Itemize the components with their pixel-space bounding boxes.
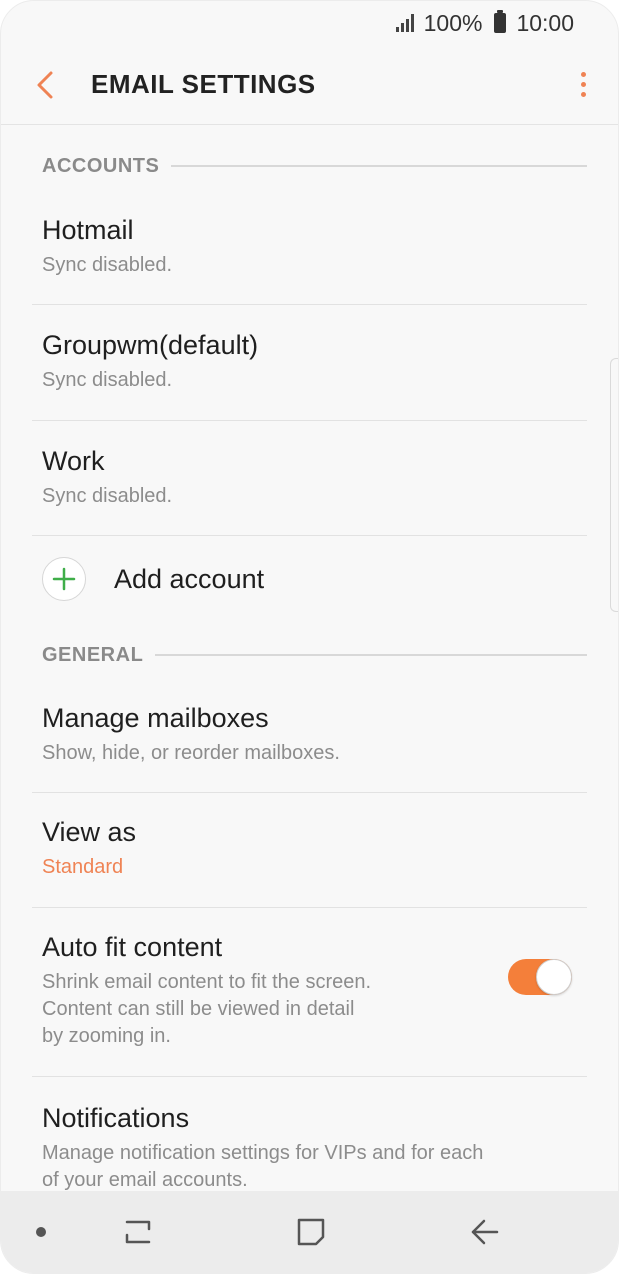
account-title: Hotmail [42, 215, 134, 245]
item-title: Manage mailboxes [42, 703, 269, 733]
section-label: ACCOUNTS [42, 154, 160, 177]
app-bar: EMAIL SETTINGS [1, 45, 618, 125]
add-circle [42, 557, 86, 601]
recent-apps-button[interactable] [108, 1191, 168, 1273]
item-subtitle: Show, hide, or reorder mailboxes. [42, 742, 340, 764]
account-title: Work [42, 446, 105, 476]
section-divider [171, 165, 587, 167]
subtitle-line: Manage notification settings for VIPs an… [42, 1142, 484, 1164]
home-icon [297, 1218, 325, 1246]
add-account-label: Add account [114, 563, 265, 594]
nav-dot-button[interactable] [21, 1191, 61, 1273]
home-button[interactable] [281, 1191, 341, 1273]
account-status: Sync disabled. [42, 254, 173, 276]
item-title: Notifications [42, 1103, 190, 1133]
manage-mailboxes-item[interactable]: Manage mailboxes Show, hide, or reorder … [1, 688, 618, 793]
section-header-accounts: ACCOUNTS [1, 126, 618, 206]
section-label: GENERAL [42, 643, 144, 666]
more-options-button[interactable] [548, 45, 618, 125]
account-status: Sync disabled. [42, 485, 173, 507]
clock: 10:00 [516, 9, 574, 36]
item-subtitle: Shrink email content to fit the screen. … [42, 969, 577, 1050]
item-subtitle: Manage notification settings for VIPs an… [42, 1140, 577, 1191]
settings-list[interactable]: ACCOUNTS Hotmail Sync disabled. Groupwm(… [1, 126, 618, 1191]
side-scroll-indicator[interactable] [610, 358, 618, 612]
auto-fit-toggle[interactable] [508, 959, 572, 995]
battery-icon [494, 10, 507, 33]
item-title: Auto fit content [42, 932, 223, 962]
status-bar: 100% 10:00 [1, 1, 618, 45]
battery-percent: 100% [423, 9, 483, 36]
subtitle-line: by zooming in. [42, 1025, 171, 1047]
auto-fit-content-item[interactable]: Auto fit content Shrink email content to… [1, 908, 618, 1077]
account-item-hotmail[interactable]: Hotmail Sync disabled. [1, 206, 618, 305]
view-as-item[interactable]: View as Standard [1, 793, 618, 908]
account-item-work[interactable]: Work Sync disabled. [1, 421, 618, 536]
signal-icon [395, 14, 414, 32]
subtitle-line: Content can still be viewed in detail [42, 998, 355, 1020]
phone-screen: 100% 10:00 EMAIL SETTINGS ACCOUNTS Hotma… [0, 0, 619, 1274]
navigation-bar [1, 1191, 618, 1273]
plus-icon [52, 567, 76, 591]
item-title: View as [42, 817, 137, 847]
back-button[interactable] [1, 45, 91, 125]
add-account-button[interactable]: Add account [1, 536, 618, 622]
back-nav-button[interactable] [455, 1191, 515, 1273]
notifications-item[interactable]: Notifications Manage notification settin… [1, 1077, 618, 1191]
back-arrow-icon [37, 71, 53, 98]
subtitle-line: of your email accounts. [42, 1169, 248, 1191]
back-icon [471, 1219, 499, 1245]
toggle-knob [536, 959, 572, 995]
dot-icon [36, 1227, 46, 1237]
section-header-general: GENERAL [1, 622, 618, 688]
account-status: Sync disabled. [42, 369, 173, 391]
page-title: EMAIL SETTINGS [91, 69, 316, 99]
section-divider [155, 654, 587, 656]
recent-apps-icon [125, 1220, 151, 1244]
view-as-value: Standard [42, 856, 124, 878]
account-item-groupwm[interactable]: Groupwm(default) Sync disabled. [1, 305, 618, 421]
subtitle-line: Shrink email content to fit the screen. [42, 971, 372, 993]
more-vertical-icon [580, 72, 586, 77]
account-title: Groupwm(default) [42, 330, 259, 360]
